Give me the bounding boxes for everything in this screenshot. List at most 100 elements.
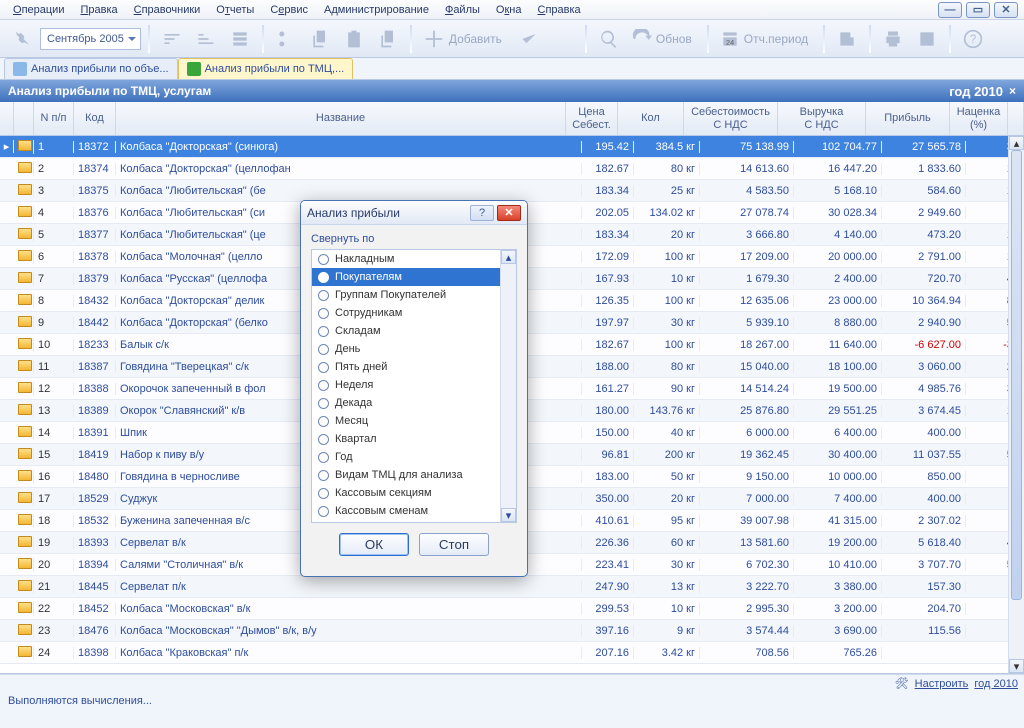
dialog-titlebar[interactable]: Анализ прибыли ? ✕ <box>301 201 527 225</box>
scroll-down-icon[interactable]: ▾ <box>1009 659 1024 673</box>
col-npp[interactable]: N п/п <box>34 102 74 135</box>
radio-option[interactable]: Видам ТМЦ для анализа <box>312 466 516 484</box>
menu-service[interactable]: Сервис <box>263 2 315 18</box>
vertical-scrollbar[interactable]: ▴ ▾ <box>1008 136 1024 673</box>
col-price[interactable]: ЦенаСебест. <box>566 102 618 135</box>
scroll-down-icon[interactable]: ▾ <box>501 508 516 522</box>
menu-files[interactable]: Файлы <box>438 2 487 18</box>
export-icon[interactable] <box>832 24 862 54</box>
menu-directories[interactable]: Справочники <box>127 2 208 18</box>
col-name[interactable]: Название <box>116 102 566 135</box>
menu-edit[interactable]: Правка <box>73 2 124 18</box>
window-minimize-button[interactable]: — <box>938 2 962 18</box>
dialog-close-button[interactable]: ✕ <box>497 205 521 221</box>
radio-option[interactable]: Квартал <box>312 430 516 448</box>
cell-cost: 75 138.99 <box>700 141 794 153</box>
cell-price: 167.93 <box>582 273 634 285</box>
sort-desc-icon[interactable] <box>191 24 221 54</box>
dialog-scrollbar[interactable]: ▴ ▾ <box>500 250 516 522</box>
cell-price: 397.16 <box>582 625 634 637</box>
cell-npp: 11 <box>34 361 74 373</box>
dialog-help-button[interactable]: ? <box>470 205 494 221</box>
table-row[interactable]: 2218452Колбаса "Московская" в/к299.5310 … <box>0 598 1024 620</box>
menu-reports[interactable]: Отчеты <box>209 2 261 18</box>
radio-icon <box>318 290 329 301</box>
radio-option[interactable]: Пять дней <box>312 358 516 376</box>
radio-option[interactable]: Покупателям <box>312 268 516 286</box>
radio-option[interactable]: Кассовым секциям <box>312 484 516 502</box>
folder-icon <box>14 448 34 462</box>
cell-rev: 30 400.00 <box>794 449 882 461</box>
scroll-thumb[interactable] <box>1011 150 1022 600</box>
search-icon[interactable] <box>594 24 624 54</box>
radio-icon <box>318 488 329 499</box>
print-preview-icon[interactable] <box>912 24 942 54</box>
folder-icon <box>14 646 34 660</box>
radio-label: Неделя <box>335 379 373 391</box>
report-close-icon[interactable]: × <box>1009 84 1016 98</box>
radio-option[interactable]: Группам Покупателей <box>312 286 516 304</box>
copy-icon[interactable] <box>305 24 335 54</box>
table-row[interactable]: 318375Колбаса "Любительская" (бе183.3425… <box>0 180 1024 202</box>
tab-1[interactable]: Анализ прибыли по ТМЦ,... <box>178 58 354 79</box>
radio-option[interactable]: Кассовым сменам <box>312 502 516 520</box>
window-restore-button[interactable]: ▭ <box>966 2 990 18</box>
menu-operations[interactable]: Операции <box>6 2 71 18</box>
radio-option[interactable]: Накладным <box>312 250 516 268</box>
scroll-up-icon[interactable]: ▴ <box>501 250 516 264</box>
cell-name: Колбаса "Докторская" (синюга) <box>116 141 582 153</box>
window-close-button[interactable]: ✕ <box>994 2 1018 18</box>
table-row[interactable]: 2318476Колбаса "Московская" "Дымов" в/к,… <box>0 620 1024 642</box>
menu-admin[interactable]: Администрирование <box>317 2 436 18</box>
radio-option[interactable]: Год <box>312 448 516 466</box>
scroll-up-icon[interactable]: ▴ <box>1009 136 1024 150</box>
tools-icon[interactable] <box>6 24 36 54</box>
menu-help[interactable]: Справка <box>530 2 587 18</box>
stop-button[interactable]: Стоп <box>419 533 489 556</box>
radio-option[interactable]: Неделя <box>312 376 516 394</box>
tab-0[interactable]: Анализ прибыли по объе... <box>4 58 178 79</box>
col-rev[interactable]: ВыручкаС НДС <box>778 102 866 135</box>
folder-icon <box>14 162 34 176</box>
period-dropdown[interactable]: Сентябрь 2005 <box>40 28 141 50</box>
refresh-icon[interactable]: Обнов <box>628 24 700 54</box>
help-icon[interactable]: ? <box>958 24 988 54</box>
table-row[interactable]: 2118445Сервелат п/к247.9013 кг3 222.703 … <box>0 576 1024 598</box>
copy-special-icon[interactable] <box>373 24 403 54</box>
ok-button[interactable]: ОК <box>339 533 409 556</box>
tab-icon <box>187 62 201 76</box>
paste-icon[interactable] <box>339 24 369 54</box>
table-row[interactable]: ▸118372Колбаса "Докторская" (синюга)195.… <box>0 136 1024 158</box>
menu-windows[interactable]: Окна <box>489 2 529 18</box>
configure-link[interactable]: Настроить <box>915 678 969 690</box>
col-profit[interactable]: Прибыль <box>866 102 950 135</box>
table-row[interactable]: 2418398Колбаса "Краковская" п/к207.163.4… <box>0 642 1024 664</box>
cell-qty: 13 кг <box>634 581 700 593</box>
col-qty[interactable]: Кол <box>618 102 684 135</box>
report-titlebar: Анализ прибыли по ТМЦ, услугам год 2010 … <box>0 80 1024 102</box>
cut-icon[interactable] <box>271 24 301 54</box>
footer-period-link[interactable]: год 2010 <box>974 678 1018 690</box>
calendar-icon[interactable]: 24Отч.период <box>716 24 816 54</box>
col-margin[interactable]: Наценка(%) <box>950 102 1008 135</box>
settings-icon[interactable] <box>225 24 255 54</box>
cell-code: 18391 <box>74 427 116 439</box>
radio-option[interactable]: Видам товарных операций <box>312 520 516 523</box>
add-icon[interactable]: Добавить <box>419 24 510 54</box>
table-row[interactable]: 218374Колбаса "Докторская" (целлофан182.… <box>0 158 1024 180</box>
print-icon[interactable] <box>878 24 908 54</box>
folder-icon <box>14 514 34 528</box>
radio-option[interactable]: Декада <box>312 394 516 412</box>
radio-option[interactable]: Складам <box>312 322 516 340</box>
cell-price: 202.05 <box>582 207 634 219</box>
sort-asc-icon[interactable] <box>157 24 187 54</box>
radio-option[interactable]: Месяц <box>312 412 516 430</box>
check-icon[interactable] <box>514 24 544 54</box>
col-cost[interactable]: СебестоимостьС НДС <box>684 102 778 135</box>
col-code[interactable]: Код <box>74 102 116 135</box>
radio-option[interactable]: Сотрудникам <box>312 304 516 322</box>
delete-icon[interactable] <box>548 24 578 54</box>
cell-cost: 39 007.98 <box>700 515 794 527</box>
radio-option[interactable]: День <box>312 340 516 358</box>
radio-label: Покупателям <box>335 271 402 283</box>
